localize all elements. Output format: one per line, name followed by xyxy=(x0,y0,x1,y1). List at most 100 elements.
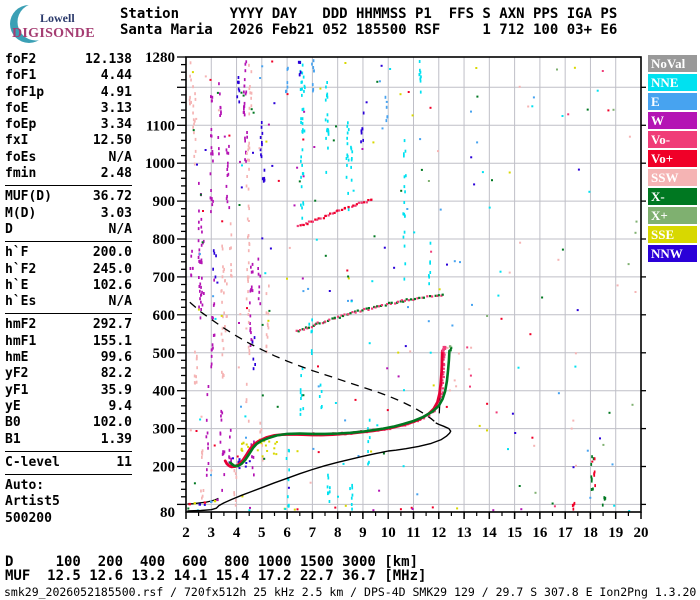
param-value: N/A xyxy=(108,294,132,310)
svg-text:7: 7 xyxy=(309,525,317,541)
auto-line-2: 500200 xyxy=(5,510,52,526)
svg-text:400: 400 xyxy=(153,384,176,400)
param-row-fof1p: foF1p 4.91 xyxy=(5,85,132,101)
param-row-fxi: fxI 12.50 xyxy=(5,133,132,149)
svg-text:1280: 1280 xyxy=(145,50,175,66)
param-row-hmf1: hmF1 155.1 xyxy=(5,334,132,350)
param-label: hmE xyxy=(5,350,29,366)
header-line1: Station YYYY DAY DDD HHMMSS P1 FFS S AXN… xyxy=(120,6,618,22)
param-row-fof1: foF1 4.44 xyxy=(5,68,132,84)
auto-line-0: Auto: xyxy=(5,478,45,494)
logo-line1: Lowell xyxy=(40,11,75,25)
param-row-foep: foEp 3.34 xyxy=(5,117,132,133)
param-value: 36.72 xyxy=(92,189,132,205)
svg-text:800: 800 xyxy=(153,232,176,248)
param-value: 4.44 xyxy=(100,68,132,84)
status-line: smk29_2026052185500.rsf / 720fx512h 25 k… xyxy=(4,585,697,599)
param-row-foes: foEs N/A xyxy=(5,150,132,166)
param-label: foF1 xyxy=(5,68,37,84)
param-label: C-level xyxy=(5,454,60,470)
svg-text:15: 15 xyxy=(507,525,522,541)
param-label: h`E xyxy=(5,277,29,293)
param-value: 1.39 xyxy=(100,431,132,447)
param-label: yF1 xyxy=(5,382,29,398)
svg-text:18: 18 xyxy=(583,525,598,541)
svg-text:13: 13 xyxy=(457,525,472,541)
param-value: 200.0 xyxy=(92,245,132,261)
param-label: h`Es xyxy=(5,294,37,310)
legend-item-vo: Vo- xyxy=(648,131,697,148)
param-label: B0 xyxy=(5,415,21,431)
param-value: 9.4 xyxy=(108,398,132,414)
param-value: 3.34 xyxy=(100,117,132,133)
param-row-d: D N/A xyxy=(5,222,132,238)
param-label: MUF(D) xyxy=(5,189,52,205)
param-row-foe: foE 3.13 xyxy=(5,101,132,117)
panel-separator xyxy=(5,185,132,187)
svg-text:80: 80 xyxy=(160,505,175,521)
param-value: N/A xyxy=(108,221,132,237)
svg-text:12: 12 xyxy=(431,525,446,541)
parameter-panel: foF2 12.138 foF1 4.44 foF1p 4.91 foE 3.13 foEp 3.… xyxy=(5,52,132,527)
svg-text:20: 20 xyxy=(634,525,649,541)
param-label: yF2 xyxy=(5,366,29,382)
param-label: h`F xyxy=(5,245,29,261)
lowell-digisonde-logo: Lowell DIGISONDE xyxy=(2,2,120,48)
param-row-ye: yE 9.4 xyxy=(5,399,132,415)
param-label: foEp xyxy=(5,117,37,133)
auto-line-1: Artist5 xyxy=(5,494,60,510)
panel-separator xyxy=(5,450,132,452)
legend-item-nne: NNE xyxy=(648,74,697,91)
param-label: fxI xyxy=(5,133,29,149)
panel-separator xyxy=(5,241,132,243)
legend-item-vo: Vo+ xyxy=(648,150,697,167)
svg-text:600: 600 xyxy=(153,308,176,324)
legend-item-sse: SSE xyxy=(648,226,697,243)
legend-item-x: X+ xyxy=(648,207,697,224)
param-value: 3.13 xyxy=(100,100,132,116)
svg-text:700: 700 xyxy=(153,270,176,286)
param-label: foEs xyxy=(5,149,37,165)
param-value: 82.2 xyxy=(100,366,132,382)
legend-item-nnw: NNW xyxy=(648,245,697,262)
param-label: M(D) xyxy=(5,205,37,221)
svg-text:300: 300 xyxy=(153,422,176,438)
svg-text:9: 9 xyxy=(359,525,367,541)
param-value: 4.91 xyxy=(100,84,132,100)
svg-text:16: 16 xyxy=(532,525,548,541)
svg-text:500: 500 xyxy=(153,346,176,362)
svg-text:4: 4 xyxy=(233,525,241,541)
svg-text:2: 2 xyxy=(182,525,190,541)
param-row-fof2: foF2 12.138 xyxy=(5,52,132,68)
svg-text:1000: 1000 xyxy=(145,156,175,172)
param-row-hf: h`F 200.0 xyxy=(5,245,132,261)
param-label: foF1p xyxy=(5,84,45,100)
param-label: yE xyxy=(5,398,21,414)
param-row-hme: hmE 99.6 xyxy=(5,350,132,366)
header-line2: Santa Maria 2026 Feb21 052 185500 RSF 1 … xyxy=(120,22,618,38)
param-value: N/A xyxy=(108,149,132,165)
svg-text:17: 17 xyxy=(558,525,574,541)
param-row-b0: B0 102.0 xyxy=(5,415,132,431)
param-row-yf2: yF2 82.2 xyxy=(5,366,132,382)
svg-text:3: 3 xyxy=(208,525,216,541)
param-value: 292.7 xyxy=(92,317,132,333)
legend-item-w: W xyxy=(648,112,697,129)
svg-text:11: 11 xyxy=(406,525,420,541)
station-header: Station YYYY DAY DDD HHMMSS P1 FFS S AXN… xyxy=(120,6,617,38)
panel-separator xyxy=(5,474,132,476)
param-row-md: M(D) 3.03 xyxy=(5,206,132,222)
legend-item-noval: NoVal xyxy=(648,55,697,72)
param-row-hf2: h`F2 245.0 xyxy=(5,262,132,278)
muf-row: MUF 12.5 12.6 13.2 14.1 15.4 17.2 22.7 3… xyxy=(5,568,427,584)
svg-text:8: 8 xyxy=(334,525,342,541)
param-value: 102.0 xyxy=(92,415,132,431)
param-value: 12.50 xyxy=(92,133,132,149)
param-label: foF2 xyxy=(5,52,37,67)
color-legend: NoVal NNE E W Vo- Vo+ SSW X- X+ SSE NNW xyxy=(648,55,697,264)
param-row-b1: B1 1.39 xyxy=(5,432,132,448)
param-label: foE xyxy=(5,100,29,116)
svg-text:10: 10 xyxy=(381,525,396,541)
param-label: fmin xyxy=(5,166,37,182)
param-value: 102.6 xyxy=(92,277,132,293)
